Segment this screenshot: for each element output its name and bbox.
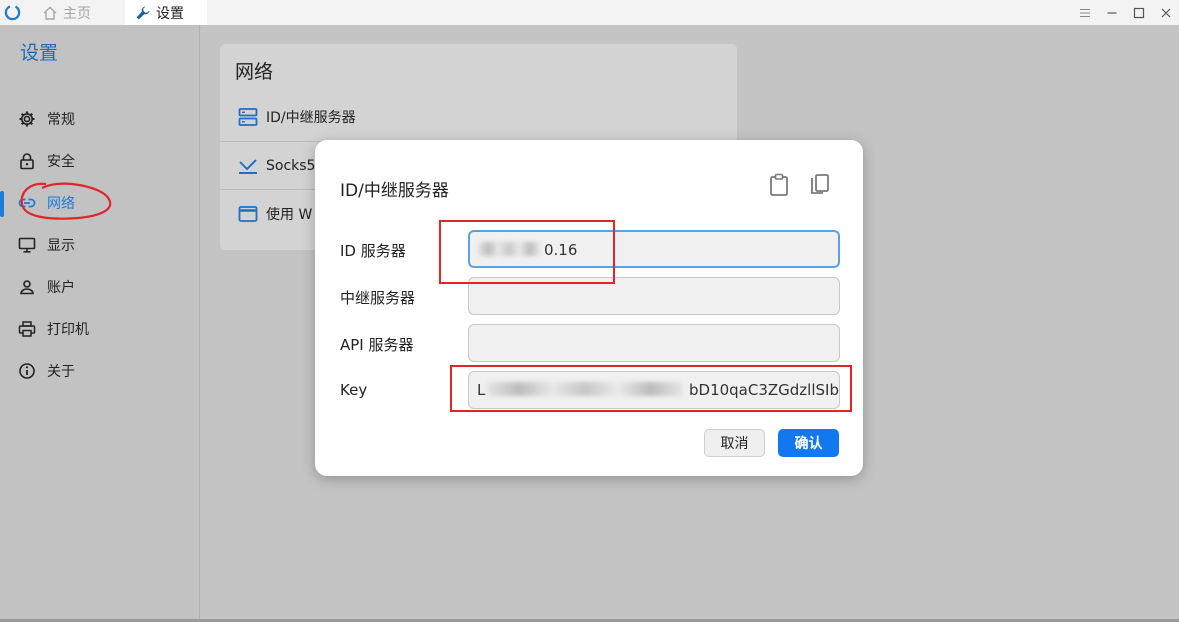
sidebar-item-label: 打印机 [47, 322, 89, 338]
dialog-title: ID/中继服务器 [340, 181, 449, 201]
annotation-box-id-server [439, 220, 615, 284]
info-icon [18, 362, 36, 380]
app-logo-icon [4, 4, 21, 21]
minimize-icon [1107, 11, 1116, 14]
tab-settings[interactable]: 设置 [125, 0, 207, 25]
printer-icon [18, 320, 36, 338]
sidebar-item-printer[interactable]: 打印机 [0, 314, 200, 344]
menu-button[interactable] [1071, 0, 1098, 25]
window-icon [238, 204, 258, 224]
cancel-button[interactable]: 取消 [704, 429, 765, 457]
sidebar-item-about[interactable]: 关于 [0, 356, 200, 386]
sidebar-item-label: 账户 [47, 280, 75, 296]
api-server-input[interactable] [468, 324, 840, 362]
id-relay-server-dialog: ID/中继服务器 ID 服务器 0.16 中继服务器 API 服务器 Key L… [315, 140, 863, 476]
row-label: ID/中继服务器 [266, 110, 356, 126]
server-icon [238, 107, 258, 127]
copy-button[interactable] [808, 172, 832, 198]
sidebar-item-label: 关于 [47, 364, 75, 380]
id-server-label: ID 服务器 [340, 242, 406, 260]
monitor-icon [18, 236, 36, 254]
sidebar-item-account[interactable]: 账户 [0, 272, 200, 302]
menu-icon [1079, 8, 1090, 17]
wrench-icon [135, 5, 151, 21]
tab-home[interactable]: 主页 [30, 0, 125, 25]
paste-button[interactable] [767, 172, 791, 198]
sidebar-item-security[interactable]: 安全 [0, 146, 200, 176]
maximize-button[interactable] [1125, 0, 1152, 25]
maximize-icon [1133, 7, 1144, 18]
sidebar-item-label: 显示 [47, 238, 75, 254]
copy-icon [811, 174, 829, 194]
sidebar-title: 设置 [20, 42, 59, 64]
row-label: 使用 W [266, 206, 313, 223]
annotation-box-key [450, 365, 852, 412]
title-bar: 主页 设置 [0, 0, 1179, 25]
sidebar-item-label: 常规 [47, 112, 75, 128]
clipboard-icon [770, 173, 788, 196]
card-title: 网络 [235, 61, 274, 83]
row-id-relay-server[interactable]: ID/中继服务器 [220, 93, 737, 141]
sidebar: 设置 常规 安全 网络 显示 账户 打印机 关于 [0, 25, 200, 622]
annotation-circle [20, 182, 112, 220]
api-server-label: API 服务器 [340, 336, 414, 354]
confirm-button[interactable]: 确认 [778, 429, 839, 457]
home-icon [42, 5, 58, 21]
close-button[interactable] [1152, 0, 1179, 25]
tab-home-label: 主页 [63, 5, 91, 22]
sidebar-item-display[interactable]: 显示 [0, 230, 200, 260]
close-icon [1161, 8, 1170, 17]
user-icon [18, 278, 36, 296]
gear-icon [18, 110, 36, 128]
sidebar-item-label: 安全 [47, 154, 75, 170]
minimize-button[interactable] [1098, 0, 1125, 25]
window-controls [1071, 0, 1179, 25]
row-label: Socks5/ [266, 157, 321, 174]
tab-settings-label: 设置 [156, 5, 184, 22]
proxy-icon [238, 156, 258, 176]
key-label: Key [340, 381, 368, 399]
sidebar-item-general[interactable]: 常规 [0, 104, 200, 134]
lock-icon [18, 152, 36, 170]
relay-server-label: 中继服务器 [340, 289, 416, 307]
